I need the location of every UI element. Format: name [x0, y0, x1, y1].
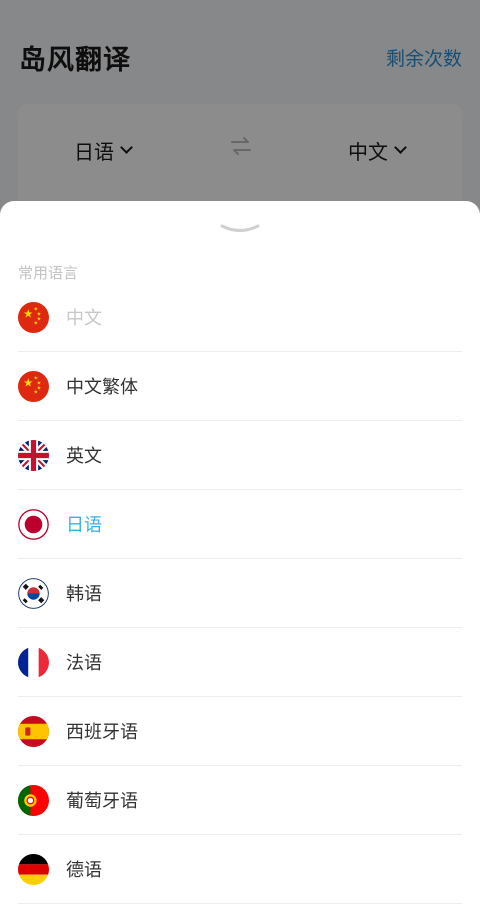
portugal-flag-icon [18, 784, 49, 816]
language-item-english[interactable]: 英文 [18, 421, 462, 490]
language-label: 西班牙语 [66, 722, 138, 743]
china-flag-icon: ★ ★ ★ ★ ★ [18, 301, 49, 333]
language-label: 德语 [66, 860, 102, 881]
section-title-common-languages: 常用语言 [18, 264, 79, 282]
uk-flag-icon [18, 439, 49, 471]
language-item-spanish[interactable]: 西班牙语 [18, 697, 462, 766]
spain-flag-icon [18, 715, 49, 747]
language-picker-sheet: 常用语言 ★ ★ ★ ★ ★ 中文 ★ ★ ★ ★ ★ 中文繁体 英文 日语 韩… [0, 201, 480, 921]
germany-flag-icon [18, 853, 49, 885]
language-item-portuguese[interactable]: 葡萄牙语 [18, 766, 462, 835]
language-list: ★ ★ ★ ★ ★ 中文 ★ ★ ★ ★ ★ 中文繁体 英文 日语 韩语 法语 … [18, 283, 462, 904]
korea-flag-icon [18, 577, 49, 609]
language-label: 中文繁体 [66, 377, 138, 398]
china-flag-icon: ★ ★ ★ ★ ★ [18, 370, 49, 402]
language-label: 葡萄牙语 [66, 791, 138, 812]
language-label: 日语 [66, 515, 102, 536]
language-label: 中文 [66, 308, 102, 329]
svg-text:★: ★ [34, 389, 39, 395]
svg-text:★: ★ [23, 375, 33, 389]
language-label: 英文 [66, 446, 102, 467]
svg-text:★: ★ [23, 306, 33, 320]
language-item-german[interactable]: 德语 [18, 835, 462, 904]
language-item-traditional-chinese[interactable]: ★ ★ ★ ★ ★ 中文繁体 [18, 352, 462, 421]
language-item-korean[interactable]: 韩语 [18, 559, 462, 628]
france-flag-icon [18, 646, 49, 678]
language-item-japanese[interactable]: 日语 [18, 490, 462, 559]
japan-flag-icon [18, 508, 49, 540]
collapse-handle-icon[interactable] [220, 221, 260, 237]
svg-text:★: ★ [34, 320, 39, 326]
language-label: 韩语 [66, 584, 102, 605]
language-item-french[interactable]: 法语 [18, 628, 462, 697]
language-item-chinese[interactable]: ★ ★ ★ ★ ★ 中文 [18, 283, 462, 352]
language-label: 法语 [66, 653, 102, 674]
